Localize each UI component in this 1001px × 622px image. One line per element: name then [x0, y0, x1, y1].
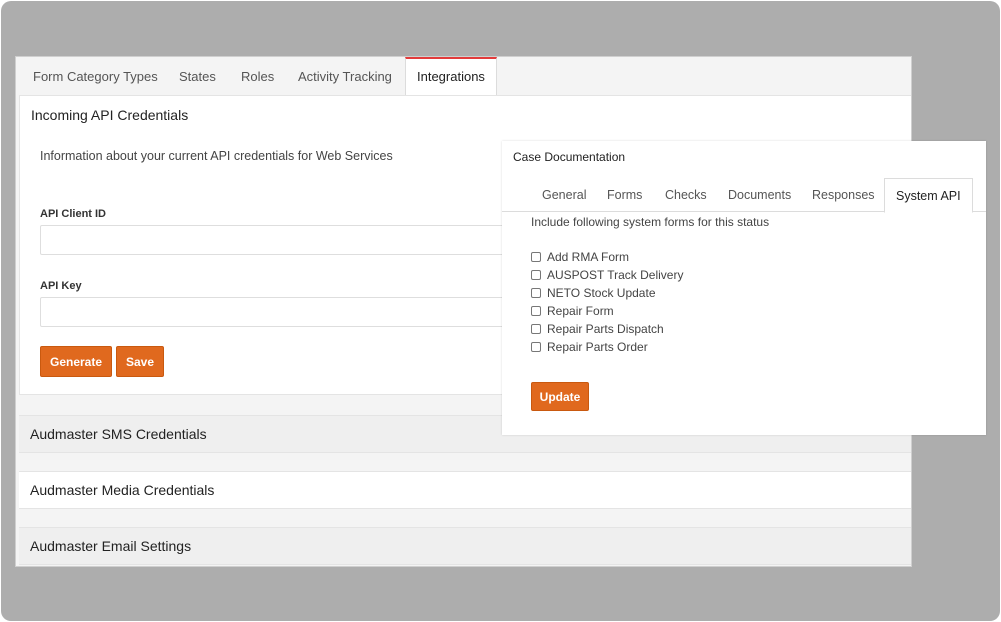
- tab-system-api[interactable]: System API: [884, 178, 973, 213]
- checkbox[interactable]: [531, 306, 541, 316]
- email-settings-title: Audmaster Email Settings: [30, 538, 192, 554]
- case-documentation-title: Case Documentation: [513, 150, 626, 164]
- tab-roles[interactable]: Roles: [241, 57, 274, 95]
- form-option-neto-stock-update[interactable]: NETO Stock Update: [531, 285, 656, 301]
- api-client-id-label: API Client ID: [40, 208, 107, 220]
- form-option-label: Repair Parts Dispatch: [547, 322, 664, 336]
- media-credentials-title: Audmaster Media Credentials: [30, 482, 215, 498]
- form-option-repair-parts-dispatch[interactable]: Repair Parts Dispatch: [531, 321, 664, 337]
- incoming-api-title: Incoming API Credentials: [31, 107, 189, 123]
- checkbox[interactable]: [531, 288, 541, 298]
- form-option-label: AUSPOST Track Delivery: [547, 268, 684, 282]
- form-option-label: NETO Stock Update: [547, 286, 656, 300]
- form-option-label: Repair Parts Order: [547, 340, 648, 354]
- case-documentation-panel: Case Documentation General Forms Checks …: [502, 141, 986, 435]
- tab-responses[interactable]: Responses: [812, 178, 875, 212]
- tab-integrations[interactable]: Integrations: [405, 57, 497, 95]
- api-client-id-field[interactable]: [40, 225, 520, 255]
- form-option-add-rma[interactable]: Add RMA Form: [531, 249, 629, 265]
- generate-button[interactable]: Generate: [40, 346, 112, 377]
- form-option-repair-parts-order[interactable]: Repair Parts Order: [531, 339, 648, 355]
- tab-bar: Form Category Types States Roles Activit…: [16, 57, 911, 95]
- sms-credentials-title: Audmaster SMS Credentials: [30, 426, 207, 442]
- media-credentials-section[interactable]: Audmaster Media Credentials: [19, 471, 911, 509]
- tab-general[interactable]: General: [542, 178, 586, 212]
- save-button[interactable]: Save: [116, 346, 164, 377]
- tab-documents[interactable]: Documents: [728, 178, 791, 212]
- checkbox[interactable]: [531, 270, 541, 280]
- form-option-auspost-track-delivery[interactable]: AUSPOST Track Delivery: [531, 267, 683, 283]
- email-settings-section[interactable]: Audmaster Email Settings: [19, 527, 911, 565]
- case-documentation-tabs: General Forms Checks Documents Responses…: [502, 178, 986, 213]
- checkbox[interactable]: [531, 252, 541, 262]
- incoming-api-description: Information about your current API crede…: [40, 149, 393, 163]
- form-option-label: Add RMA Form: [547, 250, 630, 264]
- tab-activity-tracking[interactable]: Activity Tracking: [298, 57, 392, 95]
- update-button[interactable]: Update: [531, 382, 589, 411]
- form-option-repair-form[interactable]: Repair Form: [531, 303, 614, 319]
- tab-states[interactable]: States: [179, 57, 216, 95]
- api-key-label: API Key: [40, 280, 82, 292]
- tab-form-category-types[interactable]: Form Category Types: [33, 57, 158, 95]
- tab-forms[interactable]: Forms: [607, 178, 642, 212]
- checkbox[interactable]: [531, 324, 541, 334]
- api-key-field[interactable]: [40, 297, 520, 327]
- system-forms-subtitle: Include following system forms for this …: [531, 215, 770, 229]
- tab-checks[interactable]: Checks: [665, 178, 707, 212]
- form-option-label: Repair Form: [547, 304, 614, 318]
- checkbox[interactable]: [531, 342, 541, 352]
